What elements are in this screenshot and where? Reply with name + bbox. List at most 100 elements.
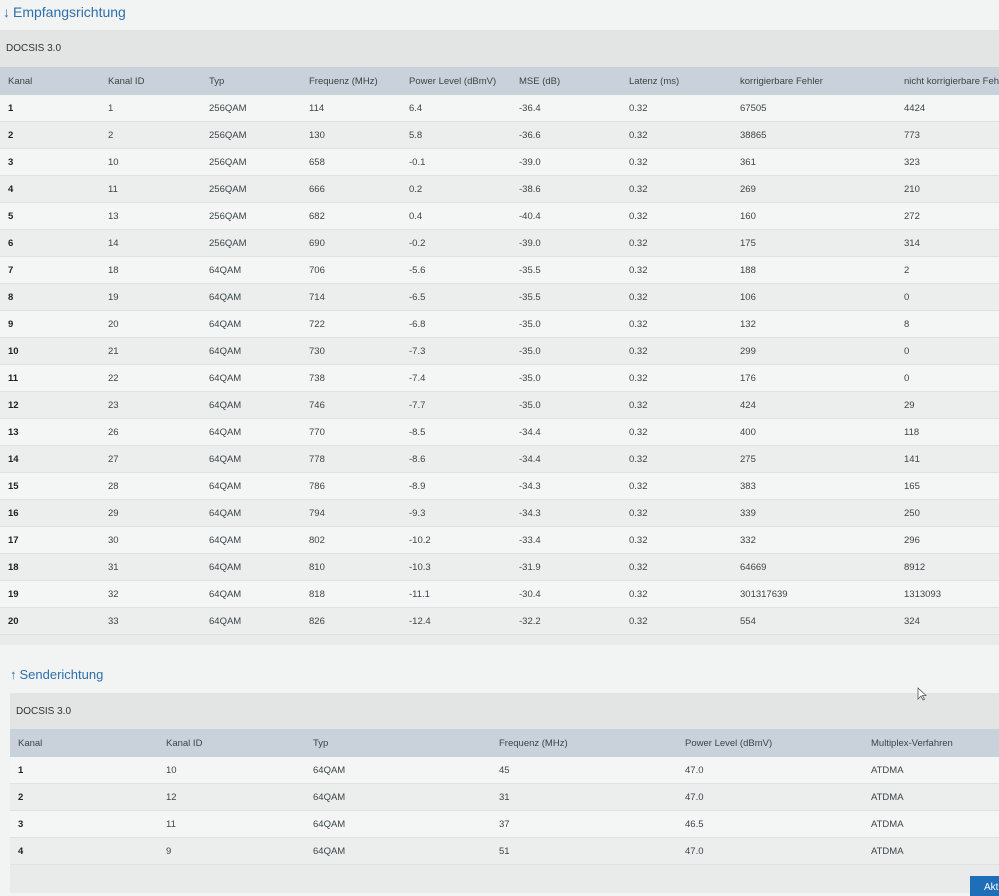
downstream-cell: 33: [100, 607, 201, 635]
downstream-row: 13 26 64QAM 770 -8.5 -34.4 0.32 400 118: [0, 418, 999, 446]
downstream-cell: -36.6: [511, 121, 621, 149]
downstream-cell: -32.2: [511, 607, 621, 635]
upstream-cell: ATDMA: [863, 783, 999, 811]
downstream-cell: 64QAM: [201, 499, 301, 527]
downstream-cell: 15: [0, 472, 100, 500]
downstream-cell: 210: [896, 175, 999, 203]
upstream-column-header: Kanal ID: [158, 729, 305, 757]
downstream-row: 20 33 64QAM 826 -12.4 -32.2 0.32 554 324: [0, 607, 999, 635]
downstream-row: 17 30 64QAM 802 -10.2 -33.4 0.32 332 296: [0, 526, 999, 554]
downstream-cell: -10.3: [401, 553, 511, 581]
downstream-cell: 6: [0, 229, 100, 257]
downstream-cell: 786: [301, 472, 401, 500]
downstream-cell: 794: [301, 499, 401, 527]
upstream-row: 4 9 64QAM 51 47.0 ATDMA: [10, 837, 999, 865]
downstream-row: 18 31 64QAM 810 -10.3 -31.9 0.32 64669 8912: [0, 553, 999, 581]
downstream-heading-text: Empfangsrichtung: [13, 4, 126, 20]
upstream-cell: 4: [10, 837, 158, 865]
downstream-panel-title: DOCSIS 3.0: [0, 30, 999, 67]
upstream-cell: 45: [491, 757, 677, 784]
downstream-cell: 12: [0, 391, 100, 419]
downstream-cell: 16: [0, 499, 100, 527]
upstream-heading-text: Senderichtung: [19, 667, 104, 682]
downstream-row: 12 23 64QAM 746 -7.7 -35.0 0.32 424 29: [0, 391, 999, 419]
downstream-cell: 738: [301, 364, 401, 392]
upstream-cell: 9: [158, 837, 305, 865]
downstream-column-header: Power Level (dBmV): [401, 67, 511, 95]
downstream-cell: 165: [896, 472, 999, 500]
downstream-cell: 30: [100, 526, 201, 554]
downstream-cell: 18: [100, 256, 201, 284]
downstream-row: 4 11 256QAM 666 0.2 -38.6 0.32 269 210: [0, 175, 999, 203]
downstream-cell: 2: [896, 256, 999, 284]
upstream-cell: 31: [491, 783, 677, 811]
downstream-cell: 14: [0, 445, 100, 473]
downstream-cell: 730: [301, 337, 401, 365]
downstream-cell: 8: [896, 310, 999, 338]
downstream-cell: -35.5: [511, 256, 621, 284]
downstream-cell: 64QAM: [201, 607, 301, 635]
downstream-cell: -35.0: [511, 337, 621, 365]
downstream-cell: 10: [100, 148, 201, 176]
downstream-cell: 20: [100, 310, 201, 338]
upstream-cell: 3: [10, 810, 158, 838]
downstream-cell: 323: [896, 148, 999, 176]
downstream-cell: -0.1: [401, 148, 511, 176]
downstream-cell: 0: [896, 337, 999, 365]
upstream-row: 1 10 64QAM 45 47.0 ATDMA: [10, 757, 999, 784]
downstream-row: 5 13 256QAM 682 0.4 -40.4 0.32 160 272: [0, 202, 999, 230]
downstream-cell: 778: [301, 445, 401, 473]
downstream-column-header: Kanal ID: [100, 67, 201, 95]
downstream-cell: 658: [301, 148, 401, 176]
upstream-cell: 11: [158, 810, 305, 838]
downstream-cell: 400: [732, 418, 896, 446]
downstream-cell: -35.0: [511, 310, 621, 338]
downstream-cell: 0.4: [401, 202, 511, 230]
downstream-cell: 11: [100, 175, 201, 203]
downstream-cell: 0.32: [621, 202, 732, 230]
downstream-column-header: Kanal: [0, 67, 100, 95]
downstream-cell: 106: [732, 283, 896, 311]
downstream-cell: 132: [732, 310, 896, 338]
downstream-cell: -39.0: [511, 229, 621, 257]
downstream-heading: ↓ Empfangsrichtung: [3, 4, 126, 20]
upstream-cell: 12: [158, 783, 305, 811]
downstream-cell: 256QAM: [201, 95, 301, 122]
downstream-cell: 272: [896, 202, 999, 230]
upstream-cell: 47.0: [677, 783, 863, 811]
downstream-cell: 64QAM: [201, 337, 301, 365]
upstream-cell: 2: [10, 783, 158, 811]
downstream-cell: -30.4: [511, 580, 621, 608]
downstream-cell: -9.3: [401, 499, 511, 527]
downstream-cell: 14: [100, 229, 201, 257]
downstream-cell: 64QAM: [201, 283, 301, 311]
downstream-cell: 20: [0, 607, 100, 635]
downstream-cell: -8.9: [401, 472, 511, 500]
downstream-cell: 0.32: [621, 148, 732, 176]
downstream-cell: 114: [301, 95, 401, 122]
downstream-cell: 818: [301, 580, 401, 608]
downstream-cell: 10: [0, 337, 100, 365]
downstream-cell: 0.32: [621, 310, 732, 338]
downstream-cell: 361: [732, 148, 896, 176]
downstream-row: 7 18 64QAM 706 -5.6 -35.5 0.32 188 2: [0, 256, 999, 284]
downstream-cell: 383: [732, 472, 896, 500]
downstream-cell: 176: [732, 364, 896, 392]
upstream-header-row: Kanal Kanal ID Typ Frequenz (MHz) Power Leve…: [10, 729, 999, 757]
downstream-cell: 130: [301, 121, 401, 149]
downstream-cell: 296: [896, 526, 999, 554]
downstream-column-header: Typ: [201, 67, 301, 95]
downstream-cell: 1: [100, 95, 201, 122]
downstream-cell: 21: [100, 337, 201, 365]
downstream-cell: 67505: [732, 95, 896, 122]
downstream-cell: 64QAM: [201, 553, 301, 581]
downstream-cell: -35.5: [511, 283, 621, 311]
upstream-heading: ↑ Senderichtung: [10, 667, 103, 682]
downstream-cell: 554: [732, 607, 896, 635]
refresh-button[interactable]: Aktu: [970, 876, 999, 896]
downstream-cell: -31.9: [511, 553, 621, 581]
upstream-column-header: Multiplex-Verfahren: [863, 729, 999, 757]
downstream-cell: -7.7: [401, 391, 511, 419]
downstream-cell: 118: [896, 418, 999, 446]
downstream-cell: 332: [732, 526, 896, 554]
